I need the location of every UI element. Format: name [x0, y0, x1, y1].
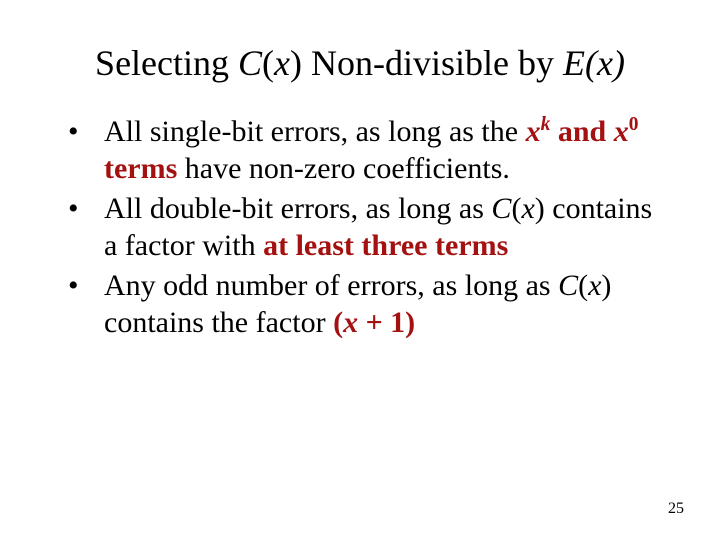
b1-text-1: All single-bit errors, as long as the: [104, 115, 526, 148]
title-c: C: [238, 43, 262, 83]
b3-factor-rest: + 1): [358, 306, 415, 339]
page-number: 25: [668, 500, 684, 518]
title-text-1: Selecting: [95, 43, 238, 83]
b2-x: x: [521, 192, 534, 225]
b3-factor-open: (: [333, 306, 343, 339]
title-x: x: [274, 43, 290, 83]
b1-terms: terms: [104, 152, 177, 185]
b2-paren-open: (: [511, 192, 521, 225]
bullet-1: All single-bit errors, as long as the xk…: [64, 114, 660, 187]
bullet-2: All double-bit errors, as long as C(x) c…: [64, 191, 660, 264]
bullet-3: Any odd number of errors, as long as C(x…: [64, 268, 660, 341]
b1-x0-x: x: [614, 115, 629, 148]
title-ex: E(x): [563, 43, 625, 83]
b1-x0-0: 0: [629, 114, 639, 135]
b3-factor-x: x: [343, 306, 358, 339]
bullet-list: All single-bit errors, as long as the xk…: [64, 114, 660, 342]
b1-and: and: [550, 115, 613, 148]
slide-title: Selecting C(x) Non-divisible by E(x): [0, 44, 720, 84]
b3-x: x: [588, 269, 601, 302]
title-paren-open: (: [262, 43, 274, 83]
b3-paren-open: (: [578, 269, 588, 302]
title-text-2: ) Non-divisible by: [290, 43, 563, 83]
b1-xk-x: x: [526, 115, 541, 148]
slide: Selecting C(x) Non-divisible by E(x) All…: [0, 0, 720, 540]
b1-text-2: have non-zero coefficients.: [177, 152, 510, 185]
b2-c: C: [491, 192, 511, 225]
b3-text-1: Any odd number of errors, as long as: [104, 269, 558, 302]
slide-body: All single-bit errors, as long as the xk…: [64, 114, 660, 346]
b2-emph: at least three terms: [263, 229, 508, 262]
b2-text-1: All double-bit errors, as long as: [104, 192, 491, 225]
b3-c: C: [558, 269, 578, 302]
b1-xk-k: k: [541, 114, 551, 135]
